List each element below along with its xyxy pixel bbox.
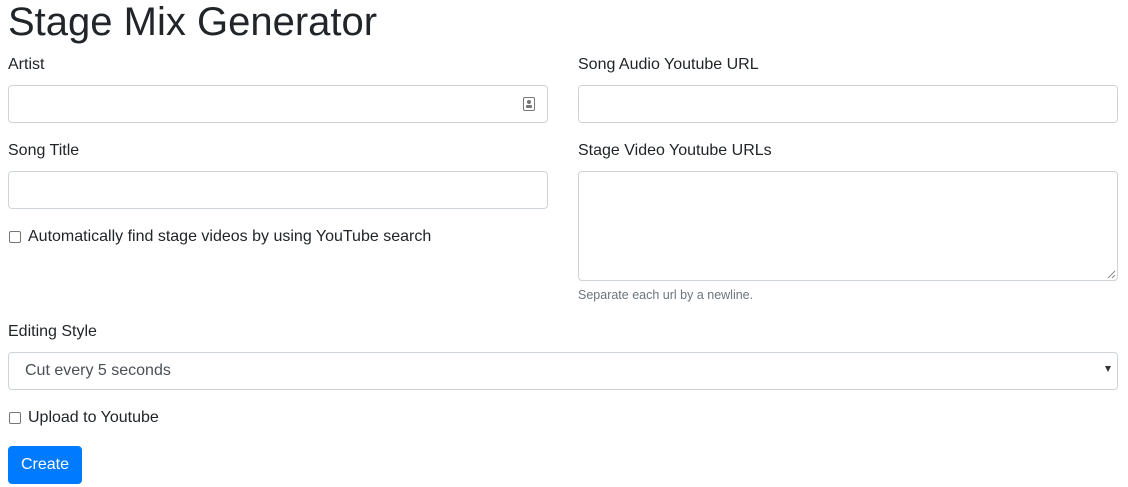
stage-video-urls-help: Separate each url by a newline. bbox=[578, 288, 754, 302]
song-audio-url-input[interactable] bbox=[578, 85, 1118, 123]
auto-find-label[interactable]: Automatically find stage videos by using… bbox=[28, 227, 431, 247]
upload-checkbox[interactable] bbox=[9, 412, 21, 424]
song-audio-url-label: Song Audio Youtube URL bbox=[578, 56, 759, 73]
editing-style-selected-value: Cut every 5 seconds bbox=[25, 362, 171, 379]
page: Stage Mix Generator Artist Song Audio Yo… bbox=[0, 0, 1128, 487]
artist-label: Artist bbox=[8, 56, 45, 73]
editing-style-label: Editing Style bbox=[8, 323, 97, 340]
artist-input[interactable] bbox=[8, 85, 548, 123]
page-title: Stage Mix Generator bbox=[8, 0, 378, 44]
song-title-input[interactable] bbox=[8, 171, 548, 209]
auto-find-checkbox[interactable] bbox=[9, 231, 21, 243]
stage-video-urls-label: Stage Video Youtube URLs bbox=[578, 142, 772, 159]
contact-card-icon[interactable] bbox=[523, 97, 535, 111]
song-title-label: Song Title bbox=[8, 142, 80, 159]
create-button[interactable]: Create bbox=[8, 446, 82, 484]
chevron-down-icon bbox=[1105, 366, 1111, 372]
upload-label[interactable]: Upload to Youtube bbox=[28, 408, 159, 428]
editing-style-select[interactable]: Cut every 5 seconds bbox=[8, 352, 1118, 390]
resize-grip-icon[interactable] bbox=[1106, 269, 1116, 279]
stage-video-urls-textarea[interactable] bbox=[578, 171, 1118, 281]
